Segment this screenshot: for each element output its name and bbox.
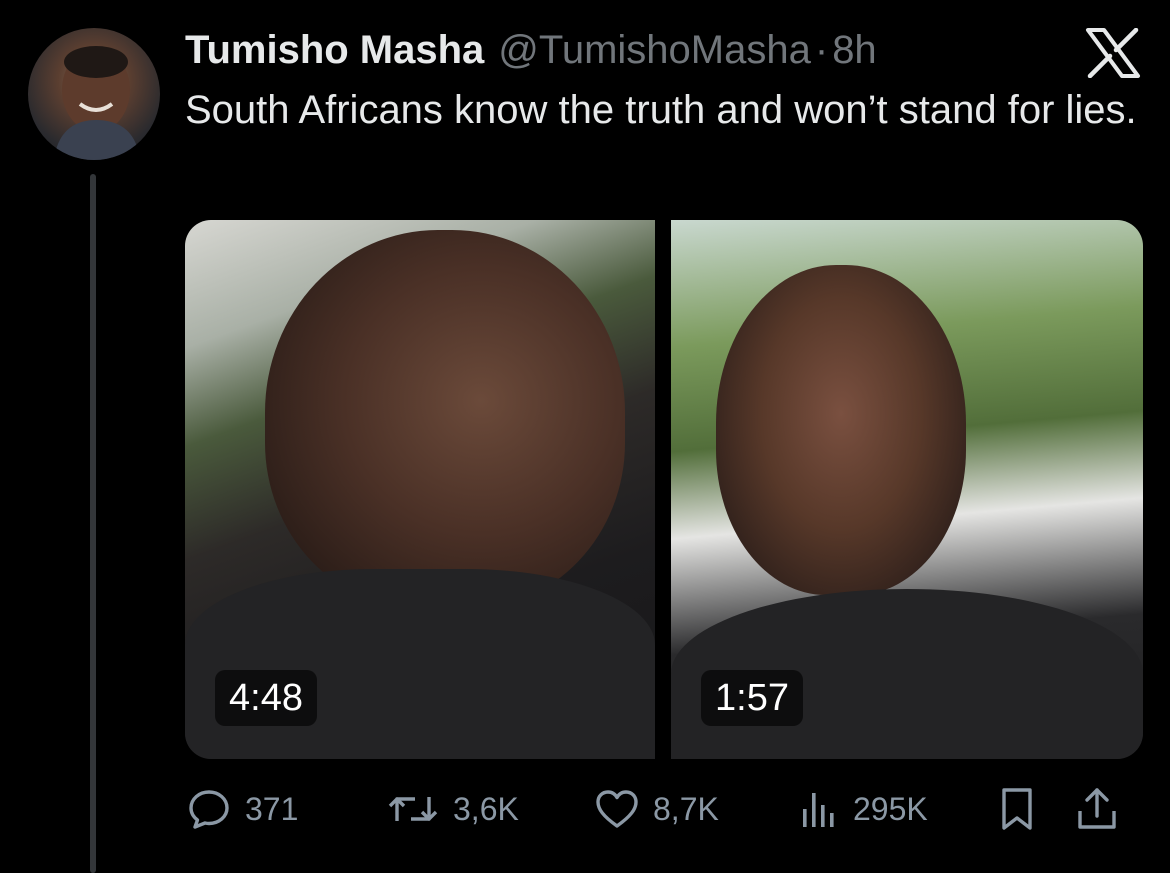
tweet-text: South Africans know the truth and won’t … — [185, 88, 1137, 132]
video-thumbnail-1[interactable]: 4:48 — [185, 220, 655, 759]
author-avatar[interactable] — [28, 28, 160, 160]
views-icon — [797, 785, 841, 833]
action-bar: 371 3,6K 8,7K 295K — [185, 782, 1145, 836]
author-handle[interactable]: @TumishoMasha — [498, 26, 811, 74]
reply-button[interactable]: 371 — [185, 782, 298, 836]
separator-dot: · — [814, 28, 829, 72]
media-grid: 4:48 1:57 — [185, 220, 1143, 759]
share-icon — [1073, 785, 1121, 833]
x-logo-icon — [1084, 27, 1142, 79]
video-2-subject — [716, 265, 966, 595]
repost-count: 3,6K — [453, 790, 519, 827]
video-1-subject — [265, 230, 625, 610]
views-count: 295K — [853, 790, 928, 827]
author-name[interactable]: Tumisho Masha — [185, 26, 484, 74]
video-duration-badge: 4:48 — [215, 670, 317, 726]
share-button[interactable] — [1073, 782, 1121, 836]
heart-icon — [593, 785, 641, 833]
views-button[interactable]: 295K — [797, 782, 928, 836]
thread-line — [90, 174, 96, 873]
video-duration-badge: 1:57 — [701, 670, 803, 726]
reply-icon — [185, 785, 233, 833]
bookmark-button[interactable] — [993, 782, 1041, 836]
avatar-image — [54, 46, 140, 160]
repost-icon — [385, 785, 441, 833]
video-thumbnail-2[interactable]: 1:57 — [671, 220, 1143, 759]
tweet-time[interactable]: 8h — [832, 26, 877, 74]
like-button[interactable]: 8,7K — [593, 782, 719, 836]
bookmark-icon — [993, 785, 1041, 833]
reply-count: 371 — [245, 790, 299, 827]
video-1-shirt — [185, 569, 655, 759]
repost-button[interactable]: 3,6K — [385, 782, 519, 836]
tweet-header: Tumisho Masha @TumishoMasha · 8h — [185, 26, 877, 74]
like-count: 8,7K — [653, 790, 719, 827]
